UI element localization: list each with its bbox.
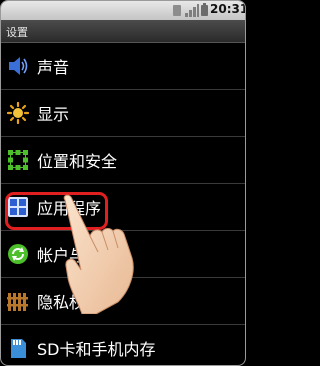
brightness-icon (7, 102, 29, 124)
battery-icon (201, 3, 208, 16)
settings-item-label: 位置和安全 (37, 152, 118, 171)
settings-item-location-security[interactable]: 位置和安全 (1, 137, 245, 184)
settings-item-label: 声音 (37, 58, 70, 77)
phone-screen: 20:31 设置 声音 显示 位置和安全 帐户与同步 隐私权 SD卡和手机内存 (0, 0, 246, 366)
sd-card-icon (11, 339, 26, 358)
speaker-icon (9, 57, 28, 75)
location-security-icon (8, 150, 28, 170)
signal-strength-icon (185, 4, 199, 17)
sync-icon (8, 244, 28, 264)
settings-item-display[interactable]: 显示 (1, 90, 245, 137)
settings-item-sound[interactable]: 声音 (1, 43, 245, 90)
title-bar: 设置 (1, 20, 245, 43)
settings-item-label: 显示 (37, 105, 70, 124)
privacy-icon (7, 293, 28, 311)
status-bar: 20:31 (1, 1, 246, 20)
status-clock: 20:31 (210, 2, 246, 16)
sim-card-icon (173, 5, 181, 16)
page-title: 设置 (6, 26, 28, 39)
settings-item-storage[interactable]: SD卡和手机内存 (1, 325, 245, 365)
settings-item-label: SD卡和手机内存 (37, 340, 156, 359)
pointing-hand-icon (63, 194, 134, 314)
